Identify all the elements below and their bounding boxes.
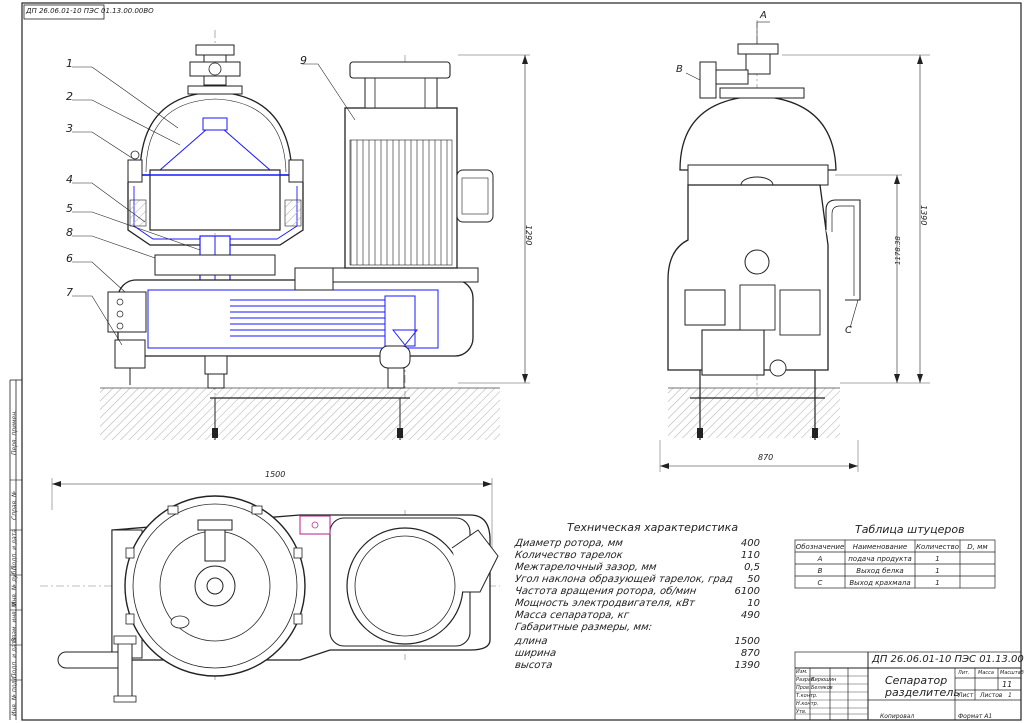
spec-name: высота: [514, 660, 554, 671]
spec-value: 400: [740, 538, 760, 549]
nozzle-cell: 1: [935, 579, 940, 587]
plan-view: [40, 478, 500, 703]
stamp-code: ДП 26.06.01-10 ПЭС 01.13.00.00ВО: [872, 654, 1024, 665]
stamp-role: Н.контр.: [796, 701, 819, 707]
spec-value: 6100: [734, 586, 760, 597]
spec-value: 490: [740, 610, 760, 621]
front-section-view: [72, 30, 530, 440]
nozzle-cell: В: [817, 567, 823, 575]
nozzle-header: Наименование: [852, 543, 908, 551]
spec-name: Количество тарелок: [514, 550, 624, 561]
spec-name: длина: [514, 636, 549, 647]
stamp-role: Т.контр.: [796, 693, 818, 699]
nozzle-cell: А: [817, 555, 823, 563]
callout-9: 9: [300, 54, 307, 67]
stamp-person: Беляков: [811, 685, 833, 691]
nozzle-header: Обозначение: [795, 543, 845, 551]
callout-2: 2: [66, 90, 73, 103]
spec-name: Межтарелочный зазор, мм: [514, 562, 658, 573]
spec-value: 0,5: [744, 562, 760, 573]
nozzle-header: Количество: [915, 543, 960, 551]
stamp-role: Пров.: [796, 685, 811, 691]
stamp-sheet-label: Лист: [958, 692, 974, 699]
nozzle-cell: Выход крахмала: [849, 579, 911, 587]
stamp-name-line2: разделитель: [885, 686, 960, 699]
dim-front-height: 1290: [524, 225, 533, 246]
callout-1: 1: [66, 57, 73, 70]
stamp-format: Формат А1: [958, 713, 993, 720]
spec-name: ширина: [514, 648, 557, 659]
spec-name: Диаметр ротора, мм: [514, 538, 624, 549]
stamp-sheets-label: Листов: [980, 692, 1003, 699]
strip-label: Взам. инв. №: [11, 601, 18, 642]
strip-label: Справ. №: [11, 490, 18, 520]
spec-name: Мощность электродвигателя, кВт: [514, 598, 696, 609]
nozzle-cell: Выход белка: [856, 567, 904, 575]
spec-value: 870: [740, 648, 760, 659]
nozzle-cell: 1: [935, 567, 940, 575]
stamp-sheet-count: 11: [1002, 680, 1013, 689]
nozzle-header: D, мм: [967, 543, 988, 551]
stamp-role: Изм.: [796, 669, 808, 675]
stamp-sheets-total: 1: [1008, 692, 1012, 699]
callout-c: C: [845, 325, 852, 336]
spec-name: Масса сепаратора, кг: [514, 610, 630, 621]
spec-value: 110: [740, 550, 760, 561]
dim-right-inner: 1178.38: [894, 236, 902, 265]
dim-plan-width: 1500: [265, 470, 286, 479]
nozzle-cell: подача продукта: [848, 555, 912, 563]
document-code-top: ДП 26.06.01-10 ПЭС 01.13.00.00ВО: [26, 7, 154, 15]
nozzle-cell: 1: [935, 555, 940, 563]
stamp-person: Кирюшин: [811, 677, 837, 683]
strip-label: Перв. примен.: [11, 409, 18, 455]
stamp-role: Утв.: [796, 709, 807, 715]
nozzle-table-title: Таблица штуцеров: [855, 523, 965, 536]
callout-5: 5: [66, 202, 73, 215]
callout-6: 6: [66, 252, 73, 265]
stamp-copied: Копировал: [880, 713, 915, 720]
strip-label: Инв. № подл.: [11, 674, 18, 716]
callout-a: A: [760, 10, 767, 21]
stamp-lit-label: Лит.: [958, 670, 970, 676]
stamp-mass-label: Масса: [978, 670, 994, 676]
specs-title: Техническая характеристика: [567, 521, 739, 534]
spec-value: 10: [747, 598, 760, 609]
dim-right-height: 1390: [919, 205, 928, 226]
stamp-scale-label: Масштаб: [1000, 670, 1024, 676]
strip-label: Подп. и дата: [11, 529, 18, 570]
spec-value: 50: [747, 574, 760, 585]
nozzle-cell: С: [817, 579, 823, 587]
spec-value: 1500: [734, 636, 760, 647]
strip-label: Подп. и дата: [11, 637, 18, 678]
drawing-sheet: [9, 2, 1022, 721]
callout-3: 3: [66, 122, 73, 135]
side-view: [659, 20, 930, 472]
callout-8: 8: [66, 226, 73, 239]
callout-7: 7: [66, 286, 73, 299]
callout-4: 4: [66, 173, 73, 186]
strip-label: Инв. № дубл.: [11, 564, 18, 606]
dim-right-width: 870: [758, 453, 774, 462]
spec-name: Частота вращения ротора, об/мин: [514, 586, 697, 597]
spec-name: Габаритные размеры, мм:: [514, 622, 653, 633]
spec-value: 1390: [734, 660, 760, 671]
callout-b: B: [676, 64, 683, 75]
